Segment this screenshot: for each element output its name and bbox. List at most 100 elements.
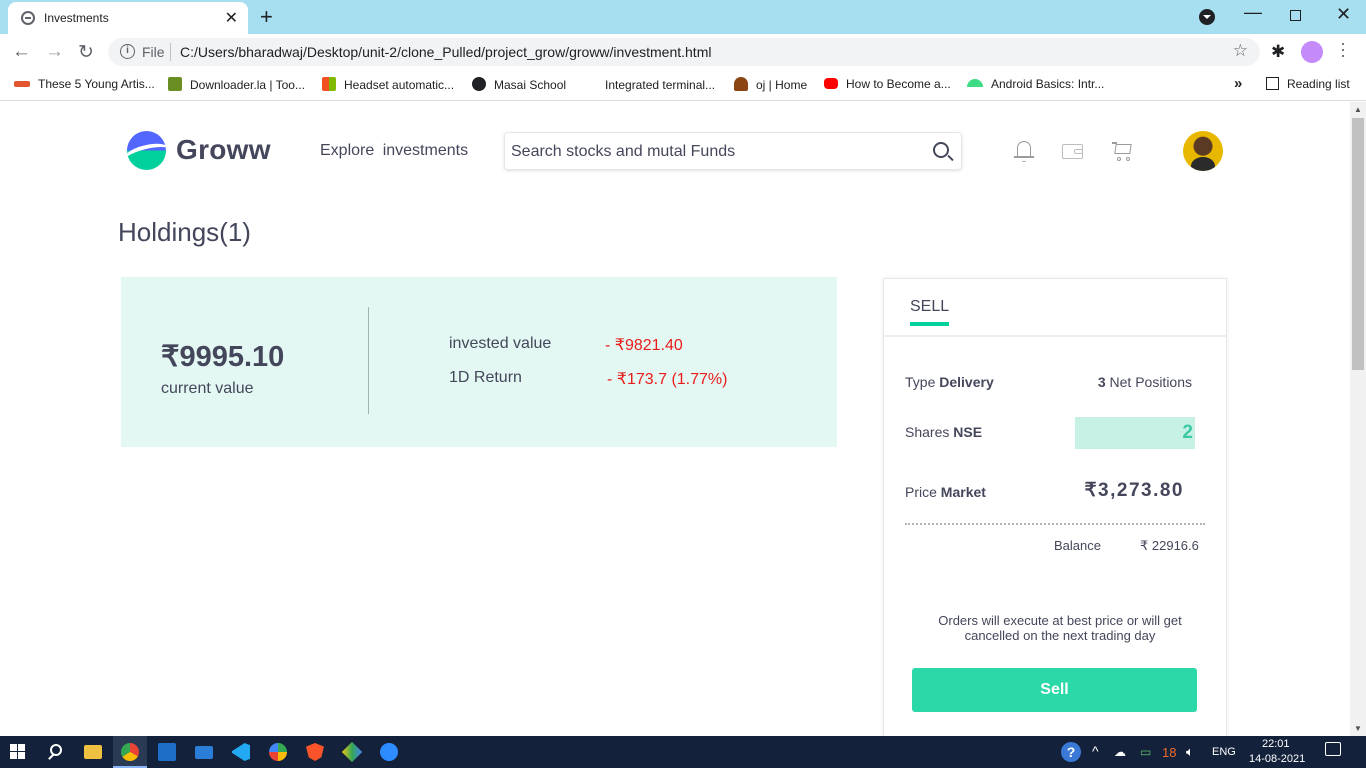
net-positions: 3 Net Positions (1098, 374, 1192, 390)
browser-tab[interactable]: Investments ✕ (8, 2, 248, 34)
order-type-label: Type (905, 374, 936, 390)
shares-quantity-value: 2 (1182, 422, 1193, 443)
brand-name[interactable]: Groww (176, 134, 271, 166)
bookmark-favicon-icon (14, 81, 30, 87)
microsoft-icon (322, 77, 336, 91)
reading-list-label: Reading list (1287, 77, 1350, 91)
tab-search-icon[interactable] (1199, 9, 1215, 25)
one-day-return-label: 1D Return (449, 369, 522, 386)
bookmark-item[interactable]: Integrated terminal... (583, 77, 715, 92)
youtube-icon (824, 78, 838, 89)
bookmark-label: These 5 Young Artis... (38, 77, 155, 91)
order-type-row: Type Delivery (905, 374, 994, 390)
bookmark-item[interactable]: Masai School (472, 77, 566, 92)
more-bookmarks-icon[interactable]: » (1234, 75, 1242, 92)
page-scrollbar[interactable]: ▲ ▼ (1350, 102, 1366, 736)
bookmark-item[interactable]: These 5 Young Artis... (14, 77, 155, 91)
address-bar[interactable]: i File C:/Users/bharadwaj/Desktop/unit-2… (108, 38, 1260, 66)
reading-list-button[interactable]: Reading list (1266, 77, 1350, 91)
bookmark-star-icon[interactable]: ☆ (1233, 41, 1248, 61)
bookmark-item[interactable]: oj | Home (734, 77, 807, 92)
bookmark-favicon-icon (583, 77, 597, 91)
tab-sell[interactable]: SELL (910, 298, 950, 326)
profile-avatar[interactable] (1301, 41, 1323, 63)
minimize-button[interactable]: — (1244, 2, 1262, 23)
network-icon[interactable]: ☁ (1114, 745, 1126, 759)
bell-icon[interactable] (1013, 140, 1035, 162)
market-price: ₹3,273.80 (1084, 480, 1184, 501)
maximize-button[interactable] (1290, 10, 1301, 21)
bookmark-favicon-icon (734, 77, 748, 91)
taskbar-search-icon[interactable] (47, 743, 65, 761)
battery-icon[interactable]: ▭ (1140, 745, 1151, 759)
tab-title: Investments (44, 11, 109, 25)
order-type-value[interactable]: Delivery (939, 374, 993, 390)
groww-logo[interactable] (127, 131, 166, 170)
wallet-icon[interactable] (1062, 140, 1084, 162)
info-icon[interactable]: i (120, 44, 135, 59)
tray-chevron-icon[interactable]: ^ (1092, 743, 1099, 759)
holdings-summary-card: ₹9995.10 current value invested value - … (121, 277, 837, 447)
shares-quantity-input[interactable]: 2 (1075, 417, 1195, 449)
page-title: Holdings(1) (118, 217, 251, 247)
bookmark-item[interactable]: Downloader.la | Too... (168, 77, 305, 92)
bookmark-label: Integrated terminal... (605, 78, 716, 92)
net-positions-label: Net Positions (1109, 374, 1192, 390)
git-icon[interactable] (341, 741, 363, 763)
windows-start-icon[interactable] (10, 744, 26, 760)
reading-list-icon (1266, 77, 1279, 90)
notifications-icon[interactable] (1325, 742, 1341, 756)
invested-value-label: invested value (449, 335, 552, 352)
bookmark-label: How to Become a... (846, 77, 951, 91)
search-icon[interactable] (933, 142, 949, 158)
bookmarks-bar: These 5 Young Artis... Downloader.la | T… (0, 70, 1366, 101)
scroll-up-icon[interactable]: ▲ (1354, 105, 1362, 114)
sell-button[interactable]: Sell (912, 668, 1197, 712)
brave-icon[interactable] (306, 743, 324, 761)
shares-exchange[interactable]: NSE (953, 424, 982, 440)
more-menu-icon[interactable]: · · · (1340, 34, 1346, 64)
file-explorer-icon[interactable] (84, 745, 102, 759)
tab-close-icon[interactable]: ✕ (225, 8, 238, 28)
order-tabs: SELL (884, 279, 1226, 337)
vscode-icon[interactable] (232, 743, 250, 761)
bookmark-label: Headset automatic... (344, 78, 455, 92)
extensions-icon[interactable]: ✱ (1271, 42, 1285, 62)
url-text[interactable]: C:/Users/bharadwaj/Desktop/unit-2/clone_… (180, 44, 711, 60)
back-icon[interactable]: ← (12, 41, 31, 63)
close-window-button[interactable]: ✕ (1336, 4, 1351, 25)
reload-icon[interactable]: ↻ (78, 41, 94, 64)
volume-icon[interactable]: 🔈︎ (1186, 744, 1194, 760)
scroll-down-icon[interactable]: ▼ (1354, 724, 1362, 733)
language-indicator[interactable]: ENG (1212, 746, 1236, 758)
new-tab-button[interactable]: + (260, 4, 273, 30)
current-value-label: current value (161, 380, 254, 397)
page-viewport: Groww Explore investments Search stocks … (0, 102, 1350, 736)
clock-date[interactable]: 14-08-2021 (1249, 753, 1305, 765)
shares-label: Shares (905, 424, 950, 440)
search-input[interactable]: Search stocks and mutal Funds (504, 132, 962, 170)
bookmark-item[interactable]: Headset automatic... (322, 77, 454, 92)
bookmark-favicon-icon (168, 77, 182, 91)
cart-icon[interactable] (1112, 140, 1134, 162)
bookmark-item[interactable]: How to Become a... (824, 77, 951, 91)
help-icon[interactable]: ? (1061, 742, 1081, 762)
browser-tab-strip: Investments ✕ + — ✕ (0, 0, 1366, 34)
slack-icon[interactable] (269, 743, 287, 761)
chrome-icon[interactable] (121, 743, 139, 761)
mail-icon[interactable] (195, 746, 213, 759)
zoom-icon[interactable] (380, 743, 398, 761)
clock-time[interactable]: 22:01 (1262, 738, 1290, 750)
scrollbar-thumb[interactable] (1352, 118, 1364, 370)
browser-toolbar: ← → ↻ i File C:/Users/bharadwaj/Desktop/… (0, 34, 1366, 70)
card-divider (368, 307, 369, 414)
battery-percent: 18 (1162, 745, 1177, 760)
photos-icon[interactable] (158, 743, 176, 761)
explore-investments-link[interactable]: Explore investments (320, 142, 468, 160)
forward-icon[interactable]: → (45, 41, 64, 63)
price-type[interactable]: Market (941, 484, 986, 500)
sell-order-panel: SELL Type Delivery 3 Net Positions Share… (883, 278, 1227, 736)
balance-value: ₹ 22916.6 (1140, 538, 1199, 553)
user-avatar[interactable] (1183, 131, 1223, 171)
bookmark-item[interactable]: Android Basics: Intr... (967, 77, 1104, 91)
